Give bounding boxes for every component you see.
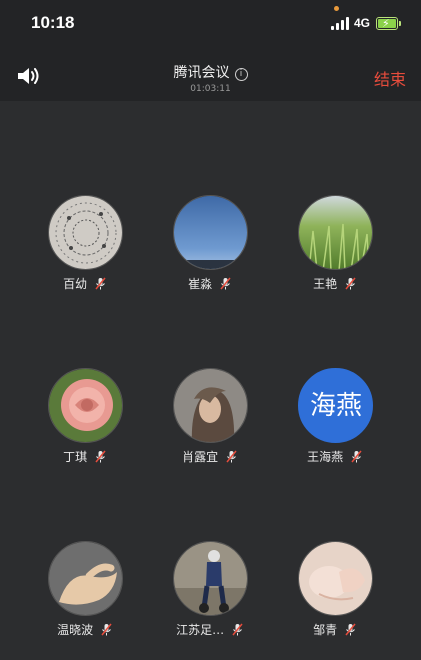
participant-name: 温晓波 — [57, 623, 94, 637]
avatar — [172, 368, 248, 443]
participant-name: 王艳 — [313, 277, 338, 291]
avatar — [47, 541, 123, 616]
avatar-initials: 海燕 — [309, 391, 362, 421]
avatar — [172, 541, 248, 616]
participant-name: 肖露宜 — [182, 450, 219, 464]
participant-name: 邹青 — [313, 623, 338, 637]
network-type: 4G — [354, 16, 371, 30]
avatar — [47, 368, 123, 443]
avatar — [297, 195, 373, 270]
avatar — [297, 541, 373, 616]
participant-tile[interactable]: 百幼 — [25, 195, 145, 292]
participant-name: 崔淼 — [188, 277, 213, 291]
participant-tile[interactable]: 江苏足… — [150, 541, 270, 638]
privacy-indicator-dot — [334, 6, 339, 11]
participant-name: 王海燕 — [307, 450, 344, 464]
battery-icon: ⚡ — [376, 17, 401, 30]
participant-tile[interactable]: 王艳 — [275, 195, 395, 292]
meeting-title[interactable]: 腾讯会议 i — [0, 62, 421, 82]
muted-mic-icon — [232, 623, 243, 636]
participant-tile[interactable]: 崔淼 — [150, 195, 270, 292]
status-time: 10:18 — [31, 13, 75, 32]
avatar — [172, 195, 248, 270]
muted-mic-icon — [95, 277, 106, 290]
muted-mic-icon — [220, 277, 231, 290]
participant-tile[interactable]: 邹青 — [275, 541, 395, 638]
info-icon[interactable]: i — [234, 68, 248, 81]
muted-mic-icon — [345, 277, 356, 290]
meeting-duration: 01:03:11 — [190, 84, 231, 94]
participant-tile[interactable]: 肖露宜 — [150, 368, 270, 465]
end-meeting-button[interactable]: 结束 — [374, 66, 406, 90]
top-bar: 10:18 4G ⚡ 腾讯会议 i 01:03:11 结束 — [0, 0, 421, 101]
signal-icon — [331, 17, 351, 30]
muted-mic-icon — [351, 450, 362, 463]
participant-tile[interactable]: 丁琪 — [25, 368, 145, 465]
participant-name: 江苏足… — [176, 623, 225, 637]
avatar — [47, 195, 123, 270]
meeting-title-text: 腾讯会议 — [173, 65, 230, 81]
participant-tile[interactable]: 温晓波 — [25, 541, 145, 638]
participant-name: 丁琪 — [63, 450, 88, 464]
muted-mic-icon — [345, 623, 356, 636]
muted-mic-icon — [226, 450, 237, 463]
participant-name: 百幼 — [63, 277, 88, 291]
muted-mic-icon — [101, 623, 112, 636]
avatar: 海燕 — [297, 368, 373, 443]
participant-tile[interactable]: 海燕 王海燕 — [275, 368, 395, 465]
muted-mic-icon — [95, 450, 106, 463]
status-bar: 10:18 4G ⚡ — [0, 0, 421, 48]
